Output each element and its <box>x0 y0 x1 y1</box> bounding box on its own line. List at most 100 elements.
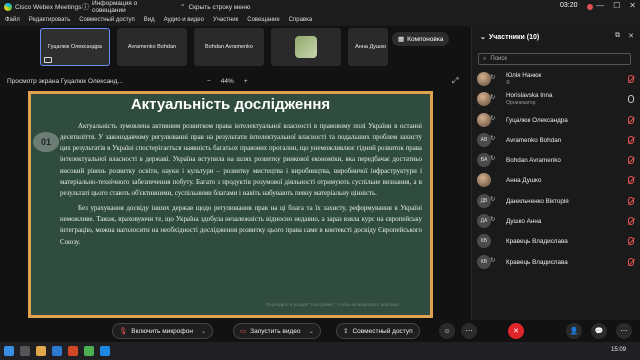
participant-search-input[interactable]: ⌕ Поиск <box>478 53 631 65</box>
meeting-toolbar: 🎙 Включить микрофон ⌄ ▭ Запустить видео … <box>0 320 640 342</box>
thumbnail-name: Avramenko Bohdan <box>127 44 177 50</box>
menu-help[interactable]: Справка <box>289 17 313 23</box>
chevron-down-icon[interactable]: ⌄ <box>201 327 206 335</box>
presenter-icon: ↻ <box>490 74 496 81</box>
thumbnail-name: Гуцалюк Олександра <box>48 44 102 50</box>
minimize-icon[interactable]: — <box>596 1 604 10</box>
mic-status-icon <box>628 196 634 205</box>
participant-row[interactable]: BA ↻ Bohdan Avramenko <box>472 150 640 170</box>
slide-number-badge: 01 <box>33 132 59 152</box>
participant-row[interactable]: ДА ↻ Душко Анна <box>472 211 640 231</box>
participant-row[interactable]: AB ↻ Avramenko Bohdan <box>472 130 640 150</box>
webex-icon[interactable] <box>84 346 94 356</box>
mic-status-icon <box>628 75 634 83</box>
app-title: Cisco Webex Meetings <box>15 3 82 11</box>
mic-status-icon <box>628 156 634 165</box>
search-icon[interactable] <box>20 346 30 356</box>
hide-menubar-button[interactable]: ⌃ Скрыть строку меню <box>180 3 250 12</box>
menu-audio-video[interactable]: Аудио и видео <box>164 17 204 23</box>
presenter-icon: ↻ <box>490 195 496 203</box>
meeting-info-button[interactable]: ⓘ Информация о совещании <box>82 0 172 14</box>
participant-avatar: ДА <box>477 214 491 229</box>
participant-row[interactable]: ↻ Horislavska Inna Организатор <box>472 89 640 109</box>
slide-body: Актуальність зумовлена активним розвитко… <box>60 121 422 252</box>
participant-name: Анна Душко <box>506 177 542 185</box>
slide-content: Актуальність дослідження 01 Актуальність… <box>31 94 430 315</box>
mic-status-icon <box>628 176 634 185</box>
thumbnail-participant[interactable] <box>271 28 341 66</box>
participants-title: Участники (10) <box>488 33 540 41</box>
presenter-icon: ↻ <box>490 216 496 224</box>
meeting-info-label: Информация о совещании <box>92 0 138 14</box>
participant-row[interactable]: Анна Душко <box>472 170 640 190</box>
more-options-button[interactable]: ⋯ <box>461 323 477 339</box>
participant-avatar: ДВ <box>477 193 491 208</box>
unmute-button[interactable]: 🎙 Включить микрофон ⌄ <box>112 323 214 339</box>
mic-muted-icon: 🎙 <box>119 328 128 335</box>
more-icon: ⋯ <box>465 328 473 335</box>
participant-row[interactable]: ↻ Гуцалюк Олександра <box>472 110 640 130</box>
participant-row[interactable]: ДВ ↻ Данильченко Вікторія <box>472 191 640 211</box>
powerpoint-icon[interactable] <box>68 346 78 356</box>
menu-share[interactable]: Совместный доступ <box>79 17 135 23</box>
slide-paragraph: Без урахування досвіду інших держав щодо… <box>60 205 422 246</box>
menu-view[interactable]: Вид <box>144 17 155 23</box>
participant-avatar: BA <box>477 153 491 168</box>
fullscreen-icon[interactable]: ⤢ <box>452 76 458 86</box>
layout-grid-icon: ▦ <box>398 36 405 43</box>
chat-icon: 💬 <box>594 328 604 335</box>
participants-toggle-button[interactable]: 👤 <box>566 323 582 339</box>
video-off-icon: ▭ <box>240 328 247 335</box>
participant-role: Организатор <box>506 100 536 107</box>
thumbnail-participant[interactable]: Avramenko Bohdan <box>117 28 187 66</box>
share-button[interactable]: ⇪ Совместный доступ <box>336 323 420 339</box>
browser-icon[interactable] <box>100 346 110 356</box>
leave-meeting-button[interactable]: ✕ <box>508 323 524 339</box>
zoom-in-button[interactable]: + <box>244 78 248 85</box>
participant-name: Душко Анна <box>506 218 542 226</box>
close-panel-icon[interactable]: ✕ <box>628 32 634 40</box>
participant-name: Horislavska Inna <box>506 92 553 100</box>
panel-controls: ⧉ ✕ <box>615 32 634 40</box>
thumbnail-name: Bohdan Avramenko <box>205 44 253 50</box>
chevron-down-icon[interactable]: ⌄ <box>309 327 314 335</box>
reactions-button[interactable]: ☺ <box>439 323 455 339</box>
participant-avatar <box>295 36 317 58</box>
participant-row[interactable]: КВ Кравець Владислава <box>472 231 640 251</box>
chat-button[interactable]: 💬 <box>591 323 607 339</box>
participant-row[interactable]: ↻ Юлія Нанюк Я <box>472 69 640 89</box>
participant-role: Я <box>506 80 510 86</box>
participant-row[interactable]: КВ ↻ Кравець Владислава <box>472 252 640 272</box>
start-video-label: Запустить видео <box>250 327 301 335</box>
windows-start-icon[interactable] <box>4 346 14 356</box>
menu-meeting[interactable]: Совещание <box>247 17 279 23</box>
participant-name: Avramenko Bohdan <box>506 136 562 144</box>
thumbnail-participant[interactable]: Анна Душко <box>348 28 388 66</box>
screen-share-bar: Просмотр экрана Гуцалюк Олександ... − 44… <box>0 74 465 88</box>
app-title-group: Cisco Webex Meetings <box>0 3 82 11</box>
close-icon[interactable]: ✕ <box>629 1 636 10</box>
folder-icon[interactable] <box>36 346 46 356</box>
zoom-out-button[interactable]: − <box>207 78 211 85</box>
thumbnail-self[interactable]: Гуцалюк Олександра <box>40 28 110 66</box>
participant-avatar: КВ <box>477 234 491 249</box>
presenter-icon: ↻ <box>490 256 496 264</box>
participant-name: Юлія Нанюк <box>506 72 542 79</box>
menu-edit[interactable]: Редактировать <box>29 17 70 23</box>
maximize-icon[interactable]: ☐ <box>613 1 620 10</box>
thumbnail-participant[interactable]: Bohdan Avramenko <box>194 28 264 66</box>
menu-file[interactable]: Файл <box>5 17 20 23</box>
participant-name: Bohdan Avramenko <box>506 157 561 165</box>
layout-button[interactable]: ▦ Компоновка <box>392 32 450 46</box>
menu-participant[interactable]: Участник <box>213 17 238 23</box>
shared-slide: Актуальність дослідження 01 Актуальність… <box>28 91 433 318</box>
menu-bar: Файл Редактировать Совместный доступ Вид… <box>0 14 640 26</box>
mic-status-icon <box>628 135 634 144</box>
start-video-button[interactable]: ▭ Запустить видео ⌄ <box>233 323 321 339</box>
popout-icon[interactable]: ⧉ <box>615 32 620 40</box>
word-icon[interactable] <box>52 346 62 356</box>
participant-list: ↻ Юлія Нанюк Я ↻ Horislavska Inna Организатор… <box>472 69 640 272</box>
more-panels-button[interactable]: ⋯ <box>616 323 632 339</box>
share-label: Совместный доступ <box>352 327 413 335</box>
chevron-down-icon[interactable]: ⌄ <box>480 33 486 41</box>
